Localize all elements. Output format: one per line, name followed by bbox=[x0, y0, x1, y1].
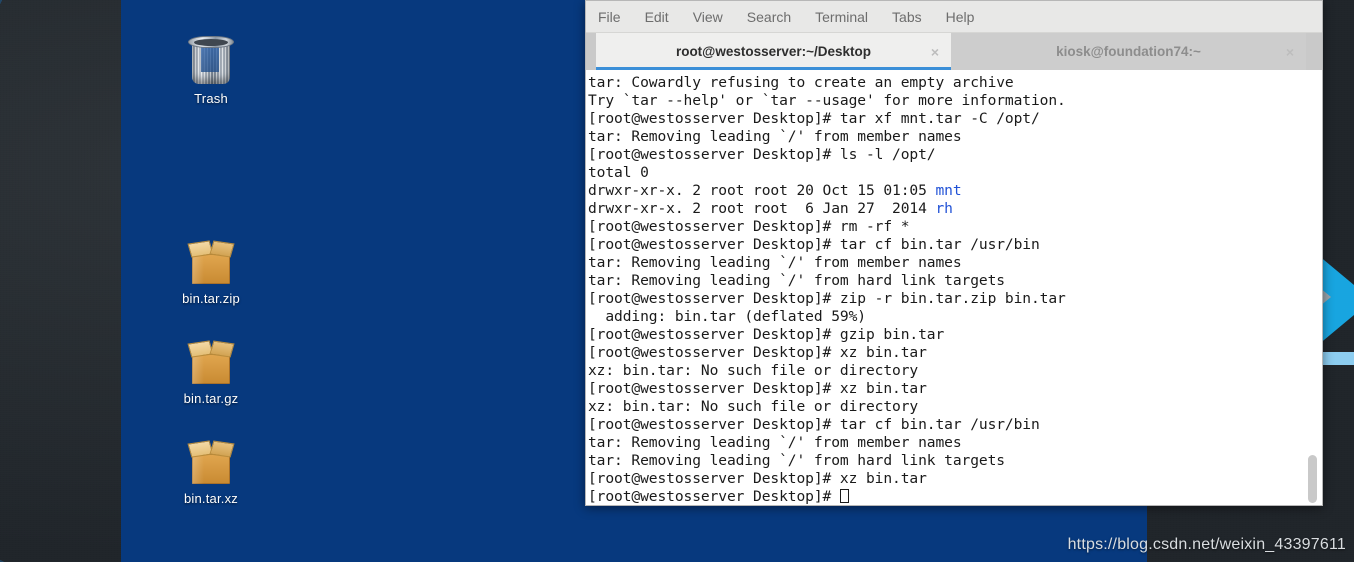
desktop-icon-label: bin.tar.gz bbox=[183, 391, 239, 406]
terminal-menubar: File Edit View Search Terminal Tabs Help bbox=[586, 1, 1322, 33]
menu-help[interactable]: Help bbox=[946, 9, 975, 25]
terminal-line: drwxr-xr-x. 2 root root 20 Oct 15 01:05 … bbox=[588, 182, 962, 199]
terminal-line: xz: bin.tar: No such file or directory bbox=[588, 362, 919, 379]
tab-label: root@westosserver:~/Desktop bbox=[675, 44, 872, 59]
terminal-line: [root@westosserver Desktop]# xz bin.tar bbox=[588, 380, 927, 397]
terminal-cursor bbox=[839, 489, 849, 503]
tab-close-icon[interactable]: × bbox=[1286, 45, 1294, 59]
terminal-tabbar: root@westosserver:~/Desktop × kiosk@foun… bbox=[586, 33, 1322, 70]
terminal-output-area[interactable]: tar: Cowardly refusing to create an empt… bbox=[586, 70, 1322, 505]
terminal-line: tar: Removing leading `/' from hard link… bbox=[588, 452, 1005, 469]
terminal-directory-name: rh bbox=[935, 200, 953, 217]
desktop-icon-bin-tar-zip[interactable]: bin.tar.zip bbox=[151, 228, 271, 306]
tab-kiosk-foundation74[interactable]: kiosk@foundation74:~ × bbox=[951, 33, 1306, 70]
terminal-line: tar: Removing leading `/' from member na… bbox=[588, 128, 962, 145]
terminal-line: [root@westosserver Desktop]# zip -r bin.… bbox=[588, 290, 1066, 307]
terminal-line: adding: bin.tar (deflated 59%) bbox=[588, 308, 866, 325]
watermark-url: https://blog.csdn.net/weixin_43397611 bbox=[1067, 536, 1346, 553]
terminal-line: xz: bin.tar: No such file or directory bbox=[588, 398, 919, 415]
menu-tabs[interactable]: Tabs bbox=[892, 9, 922, 25]
tab-root-desktop[interactable]: root@westosserver:~/Desktop × bbox=[596, 33, 951, 70]
terminal-line: [root@westosserver Desktop]# xz bin.tar bbox=[588, 470, 927, 487]
terminal-line: drwxr-xr-x. 2 root root 6 Jan 27 2014 rh bbox=[588, 200, 953, 217]
desktop-icon-bin-tar-gz[interactable]: bin.tar.gz bbox=[151, 328, 271, 406]
desktop-icon-label: Trash bbox=[194, 91, 228, 106]
tab-label: kiosk@foundation74:~ bbox=[1056, 44, 1201, 59]
terminal-scrollbar-thumb[interactable] bbox=[1308, 455, 1317, 503]
archive-package-icon bbox=[151, 228, 271, 286]
terminal-line: [root@westosserver Desktop]# ls -l /opt/ bbox=[588, 146, 936, 163]
terminal-line: total 0 bbox=[588, 164, 649, 181]
terminal-line: [root@westosserver Desktop]# tar cf bin.… bbox=[588, 236, 1040, 253]
terminal-line: [root@westosserver Desktop]# gzip bin.ta… bbox=[588, 326, 945, 343]
terminal-line: [root@westosserver Desktop]# bbox=[588, 488, 1322, 505]
desktop-icon-trash[interactable]: Trash bbox=[151, 28, 271, 106]
desktop-icon-bin-tar-xz[interactable]: bin.tar.xz bbox=[151, 428, 271, 506]
terminal-line: [root@westosserver Desktop]# rm -rf * bbox=[588, 218, 910, 235]
menu-file[interactable]: File bbox=[598, 9, 621, 25]
terminal-line: Try `tar --help' or `tar --usage' for mo… bbox=[588, 92, 1066, 109]
desktop-icon-label: bin.tar.xz bbox=[183, 491, 239, 506]
terminal-line: tar: Cowardly refusing to create an empt… bbox=[588, 74, 1014, 91]
desktop-icon-label: bin.tar.zip bbox=[182, 291, 240, 306]
menu-search[interactable]: Search bbox=[747, 9, 791, 25]
terminal-line: [root@westosserver Desktop]# tar xf mnt.… bbox=[588, 110, 1040, 127]
terminal-directory-name: mnt bbox=[935, 182, 962, 199]
trash-can-icon bbox=[151, 28, 271, 86]
menu-view[interactable]: View bbox=[693, 9, 723, 25]
terminal-window[interactable]: File Edit View Search Terminal Tabs Help… bbox=[585, 0, 1323, 506]
terminal-line: tar: Removing leading `/' from member na… bbox=[588, 254, 962, 271]
terminal-scrollbar[interactable] bbox=[1306, 106, 1319, 503]
menu-edit[interactable]: Edit bbox=[645, 9, 669, 25]
menu-terminal[interactable]: Terminal bbox=[815, 9, 868, 25]
terminal-line: [root@westosserver Desktop]# tar cf bin.… bbox=[588, 416, 1040, 433]
terminal-line: tar: Removing leading `/' from member na… bbox=[588, 434, 962, 451]
archive-package-icon bbox=[151, 328, 271, 386]
terminal-line: tar: Removing leading `/' from hard link… bbox=[588, 272, 1005, 289]
terminal-text: tar: Cowardly refusing to create an empt… bbox=[586, 74, 1322, 505]
terminal-line: [root@westosserver Desktop]# xz bin.tar bbox=[588, 344, 927, 361]
tab-close-icon[interactable]: × bbox=[931, 45, 939, 59]
archive-package-icon bbox=[151, 428, 271, 486]
